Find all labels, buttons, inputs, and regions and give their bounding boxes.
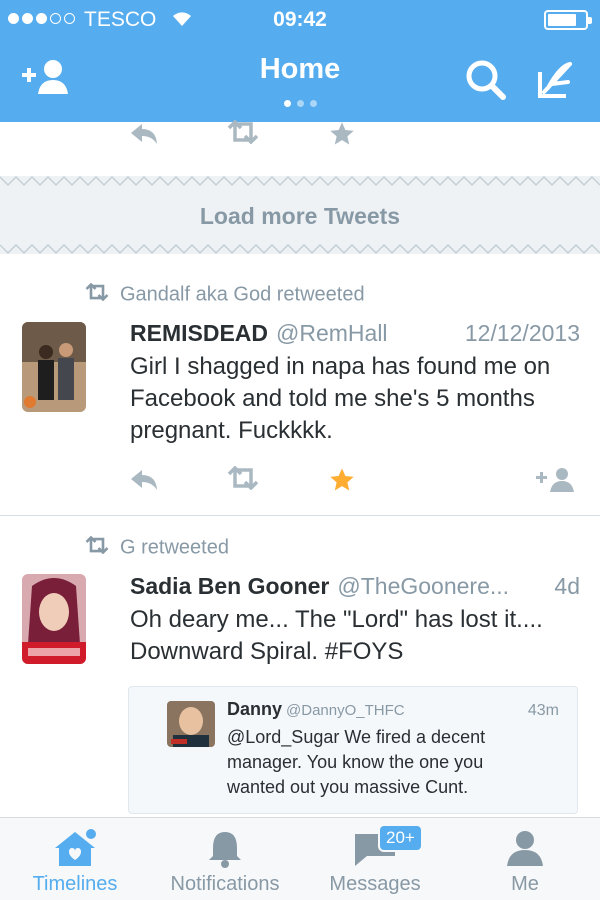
load-more-label: Load more Tweets [199,203,401,229]
reply-icon [131,470,157,490]
author-handle[interactable]: @TheGoonere... [337,573,509,599]
status-time: 09:42 [273,8,327,31]
reply-button[interactable] [128,120,162,150]
compose-icon [538,62,572,98]
quoted-author-line: Danny @DannyO_THFC [227,699,405,720]
author-name[interactable]: REMISDEAD [130,320,268,346]
follow-icon [536,468,574,492]
zigzag-bottom-edge [0,243,600,255]
retweet-icon [84,282,110,307]
load-more-tweets-button[interactable]: Load more Tweets [0,175,600,255]
retweeted-by-label: Gandalf aka God retweeted [120,283,365,306]
quoted-author-handle[interactable]: @DannyO_THFC [286,702,405,719]
tweet-author-line: Sadia Ben Gooner @TheGoonere... 4d [130,573,580,600]
tab-bar: Timelines Notifications Messages 20+ Me [0,817,600,900]
search-icon [466,60,506,100]
retweet-icon [227,119,259,145]
quoted-author-name[interactable]: Danny [227,699,282,719]
tab-label: Notifications [170,873,280,895]
top-header: TESCO 09:42 Home [0,0,600,122]
tweet-text: Oh deary me... The "Lord" has lost it...… [130,606,543,665]
star-icon [330,468,354,491]
avatar[interactable] [167,701,215,747]
retweet-context: G retweeted [84,535,229,560]
follow-button[interactable] [536,466,580,496]
star-icon [330,122,354,145]
retweet-context: Gandalf aka God retweeted [84,282,365,307]
home-icon [51,828,99,873]
author-handle[interactable]: @RemHall [276,320,388,346]
quoted-tweet-text: @Lord_Sugar We fired a decent manager. Y… [227,727,486,797]
divider [0,515,600,516]
tab-label: Timelines [32,873,118,895]
favorite-button[interactable] [328,466,362,496]
messages-badge: 20+ [378,824,423,852]
retweet-button[interactable] [226,119,260,150]
zigzag-top-edge [0,175,600,187]
retweeted-by-label: G retweeted [120,536,229,559]
compose-tweet-button[interactable] [530,56,584,104]
tweet-text: Girl I shagged in napa has found me on F… [130,353,551,444]
previous-tweet-actions [128,119,580,160]
bell-icon [205,828,245,873]
reply-icon [131,124,157,144]
battery-icon [544,10,592,30]
tweet-author-line: REMISDEAD @RemHall 12/12/2013 [130,320,580,347]
author-name[interactable]: Sadia Ben Gooner [130,573,329,599]
tab-messages[interactable]: Messages [300,818,450,900]
tweet-timestamp: 4d [554,573,580,599]
retweet-icon [84,535,110,560]
status-bar: TESCO 09:42 [0,8,600,32]
retweet-button[interactable] [226,465,260,496]
embedded-tweet[interactable]: Danny @DannyO_THFC 43m @Lord_Sugar We fir… [128,686,578,814]
tab-label: Me [511,873,539,895]
favorite-button[interactable] [328,120,362,150]
tab-me[interactable]: Me [450,818,600,900]
avatar[interactable] [22,322,86,412]
tweet-actions [128,465,580,506]
avatar[interactable] [22,574,86,664]
search-button[interactable] [462,56,516,104]
profile-icon [505,828,545,873]
quoted-timestamp: 43m [527,702,559,719]
tab-label: Messages [329,873,421,895]
reply-button[interactable] [128,466,162,496]
tweet-timestamp: 12/12/2013 [464,320,580,346]
retweet-icon [227,465,259,491]
tab-timelines[interactable]: Timelines [0,818,150,900]
tab-notifications[interactable]: Notifications [150,818,300,900]
